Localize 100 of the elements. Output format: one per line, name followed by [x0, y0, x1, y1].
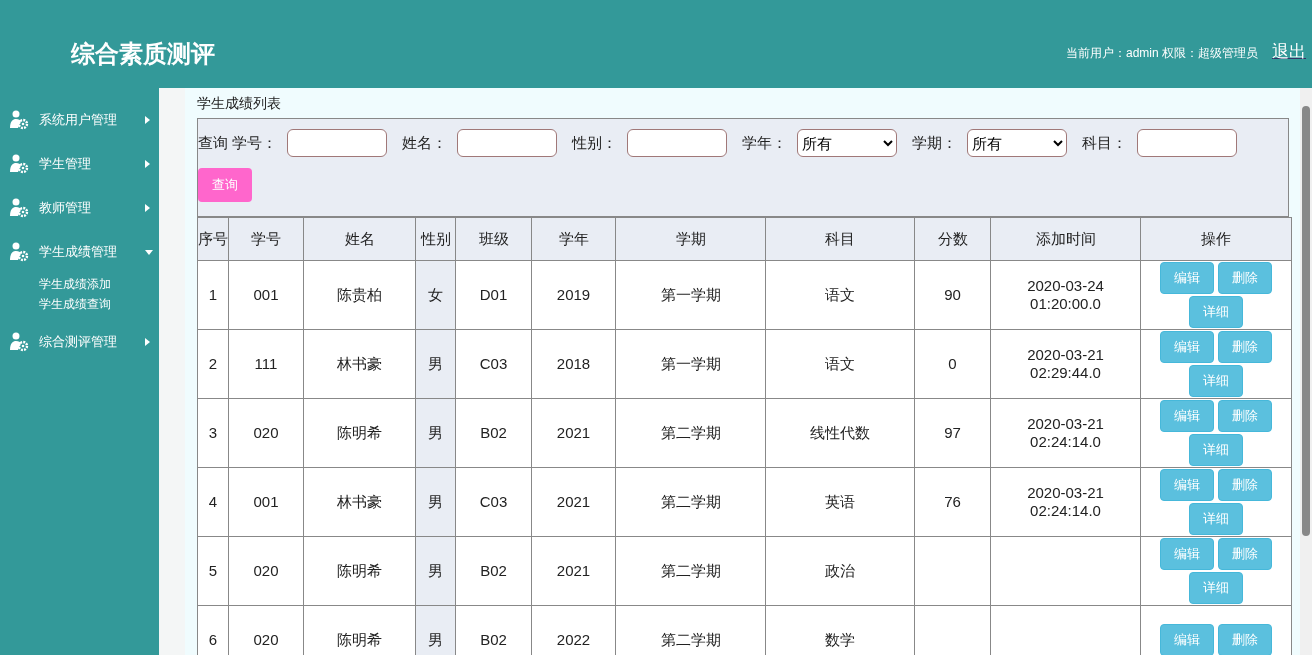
- table-cell: 6: [208, 631, 218, 649]
- table-cell: 0: [948, 355, 957, 373]
- table-cell: B02: [480, 562, 507, 580]
- action-button[interactable]: 删除: [1218, 262, 1272, 294]
- column-header: 序号: [197, 217, 229, 261]
- field-label: 学期：: [912, 133, 957, 153]
- action-button[interactable]: 编辑: [1160, 262, 1214, 294]
- field-label: 姓名：: [402, 133, 447, 153]
- select-field[interactable]: 所有: [967, 129, 1067, 157]
- table-cell: 2: [208, 355, 218, 373]
- search-prefix: 查询: [198, 133, 228, 153]
- column-header: 操作: [1140, 217, 1292, 261]
- field-label: 性别：: [572, 133, 617, 153]
- column-header: 姓名: [303, 217, 416, 261]
- menu-item[interactable]: 学生成绩管理: [0, 230, 159, 274]
- scrollbar[interactable]: [1300, 88, 1312, 655]
- caret-icon: [145, 116, 150, 124]
- table-cell: D01: [479, 286, 508, 304]
- table-cell-text: 2020-03-21 02:24:14.0: [1026, 415, 1105, 451]
- input-field[interactable]: [1137, 129, 1237, 157]
- table-cell: B02: [480, 631, 507, 649]
- table-cell: 第一学期: [660, 355, 721, 373]
- menu-item[interactable]: 系统用户管理: [0, 98, 159, 142]
- table-cell: 政治: [825, 562, 855, 580]
- action-button[interactable]: 编辑: [1160, 624, 1214, 655]
- column-header: 性别: [415, 217, 456, 261]
- user-gear-icon: [9, 242, 29, 262]
- table-cell: 语文: [825, 355, 855, 373]
- logout-link[interactable]: 退出: [1272, 40, 1306, 63]
- table-cell-text: 2020-03-24 01:20:00.0: [1026, 277, 1105, 313]
- table-cell-text: 2020-03-21 02:24:14.0: [1026, 484, 1105, 520]
- table-cell: 111: [254, 355, 278, 373]
- action-button[interactable]: 详细: [1189, 365, 1243, 397]
- table-cell: 男: [428, 355, 443, 373]
- action-button[interactable]: 删除: [1218, 469, 1272, 501]
- search-button[interactable]: 查询: [198, 168, 252, 202]
- action-button[interactable]: 编辑: [1160, 400, 1214, 432]
- action-button[interactable]: 编辑: [1160, 469, 1214, 501]
- table-cell: 2018: [556, 355, 591, 373]
- caret-icon: [145, 160, 150, 168]
- table-cell: 第一学期: [660, 286, 721, 304]
- column-header: 班级: [455, 217, 532, 261]
- column-header: 学号: [228, 217, 304, 261]
- input-field[interactable]: [287, 129, 387, 157]
- table-cell: 001: [253, 493, 279, 511]
- action-button[interactable]: 编辑: [1160, 331, 1214, 363]
- table-cell: 76: [944, 493, 961, 511]
- table-cell: 020: [253, 424, 279, 442]
- table-cell: B02: [480, 424, 507, 442]
- table-cell: C03: [479, 493, 508, 511]
- table-cell: 第二学期: [660, 631, 721, 649]
- select-field[interactable]: 所有: [797, 129, 897, 157]
- action-button[interactable]: 详细: [1189, 296, 1243, 328]
- table-cell: 第二学期: [660, 424, 721, 442]
- table-cell: 97: [944, 424, 961, 442]
- menu-item[interactable]: 教师管理: [0, 186, 159, 230]
- caret-icon: [145, 249, 153, 255]
- column-header: 学期: [615, 217, 766, 261]
- column-header: 学年: [531, 217, 616, 261]
- user-gear-icon: [9, 110, 29, 130]
- table-cell: 数学: [825, 631, 855, 649]
- menu-item[interactable]: 综合测评管理: [0, 320, 159, 364]
- table-cell: 90: [944, 286, 961, 304]
- input-field[interactable]: [627, 129, 727, 157]
- action-button[interactable]: 详细: [1189, 503, 1243, 535]
- action-button[interactable]: 删除: [1218, 624, 1272, 655]
- caret-icon: [145, 204, 150, 212]
- menu-item[interactable]: 学生管理: [0, 142, 159, 186]
- table-cell: 2021: [556, 562, 591, 580]
- table-cell: 林书豪: [337, 355, 382, 373]
- table-cell: 男: [428, 562, 443, 580]
- user-gear-icon: [9, 154, 29, 174]
- action-button[interactable]: 删除: [1218, 400, 1272, 432]
- table-cell: 第二学期: [660, 493, 721, 511]
- action-button[interactable]: 详细: [1189, 434, 1243, 466]
- table-cell: 2021: [556, 424, 591, 442]
- table-cell: 001: [253, 286, 279, 304]
- input-field[interactable]: [457, 129, 557, 157]
- table-cell: 陈明希: [337, 562, 382, 580]
- action-button[interactable]: 编辑: [1160, 538, 1214, 570]
- table-cell: 线性代数: [810, 424, 870, 442]
- table-cell: 林书豪: [337, 493, 382, 511]
- table-cell: C03: [479, 355, 508, 373]
- submenu-item[interactable]: 学生成绩查询: [39, 294, 159, 314]
- action-button[interactable]: 删除: [1218, 331, 1272, 363]
- table-cell-text: 2020-03-21 02:29:44.0: [1026, 346, 1105, 382]
- table-cell: 3: [208, 424, 218, 442]
- action-button[interactable]: 删除: [1218, 538, 1272, 570]
- column-header: 科目: [765, 217, 915, 261]
- panel-title: 学生成绩列表: [197, 94, 282, 113]
- table-cell: 2022: [556, 631, 591, 649]
- user-gear-icon: [9, 332, 29, 352]
- column-header: 添加时间: [990, 217, 1141, 261]
- user-gear-icon: [9, 198, 29, 218]
- table-cell: 英语: [825, 493, 855, 511]
- submenu-item[interactable]: 学生成绩添加: [39, 274, 159, 294]
- table-cell: 4: [208, 493, 218, 511]
- table-cell: 5: [208, 562, 218, 580]
- app-title: 综合素质测评: [71, 40, 215, 69]
- action-button[interactable]: 详细: [1189, 572, 1243, 604]
